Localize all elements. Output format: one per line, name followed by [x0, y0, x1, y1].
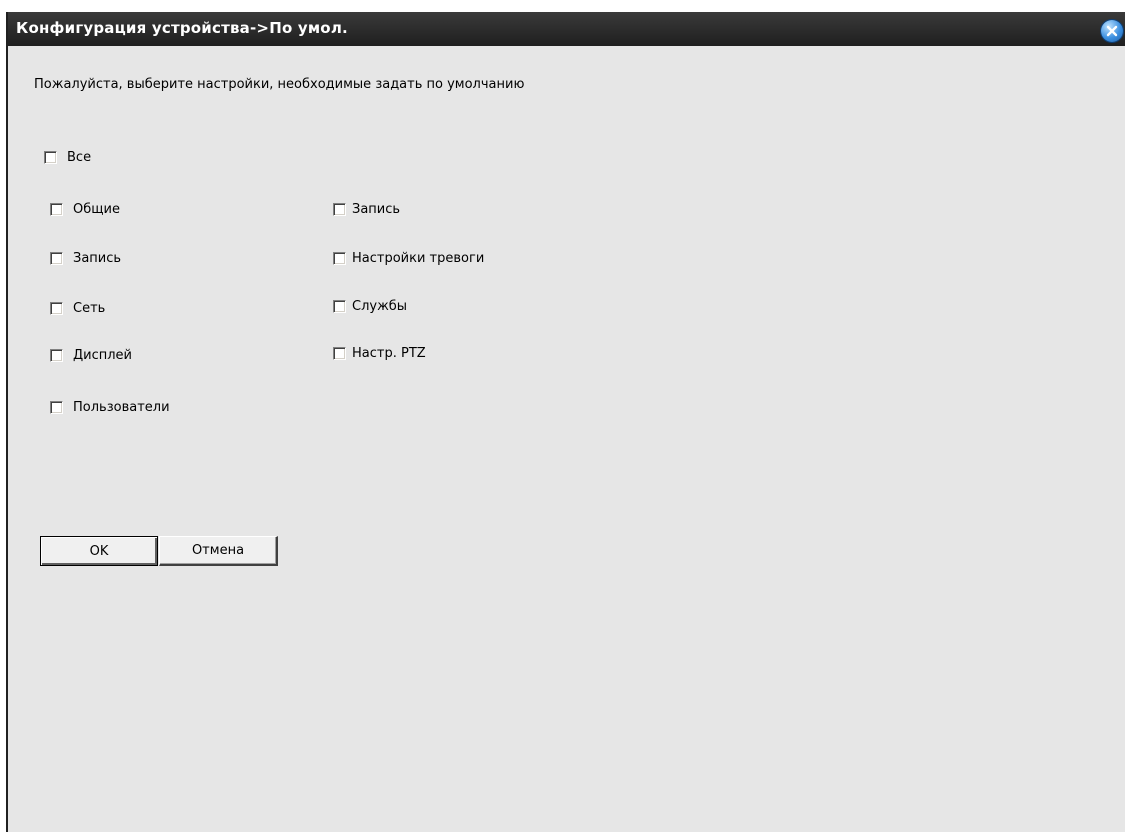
checkbox-users[interactable]	[50, 401, 63, 414]
checkbox-all-label: Все	[67, 150, 92, 165]
checkbox-record-row[interactable]: Запись	[50, 251, 121, 266]
close-button[interactable]	[1101, 20, 1123, 42]
checkbox-ptz-label: Настр. PTZ	[352, 346, 426, 361]
default-config-dialog: Конфигурация устройства->По умол. Пожалу…	[6, 12, 1125, 832]
checkbox-ptz[interactable]	[333, 347, 346, 360]
window-title: Конфигурация устройства->По умол.	[16, 19, 348, 37]
checkbox-general[interactable]	[50, 203, 63, 216]
checkbox-record[interactable]	[50, 252, 63, 265]
checkbox-services-label: Службы	[352, 299, 408, 314]
checkbox-display[interactable]	[50, 349, 63, 362]
checkbox-general-label: Общие	[73, 202, 120, 217]
cancel-button[interactable]: Отмена	[159, 536, 278, 566]
checkbox-display-row[interactable]: Дисплей	[50, 348, 132, 363]
checkbox-ptz-row[interactable]: Настр. PTZ	[333, 346, 426, 361]
checkbox-users-row[interactable]: Пользователи	[50, 400, 170, 415]
checkbox-alarm-settings-label: Настройки тревоги	[352, 251, 485, 266]
instruction-text: Пожалуйста, выберите настройки, необходи…	[34, 77, 525, 92]
checkbox-all[interactable]	[44, 151, 57, 164]
close-icon	[1106, 25, 1118, 37]
checkbox-record-2[interactable]	[333, 203, 346, 216]
checkbox-record-2-row[interactable]: Запись	[333, 202, 400, 217]
checkbox-services[interactable]	[333, 300, 346, 313]
checkbox-record-2-label: Запись	[352, 202, 401, 217]
checkbox-general-row[interactable]: Общие	[50, 202, 120, 217]
checkbox-users-label: Пользователи	[73, 400, 170, 415]
checkbox-network-label: Сеть	[73, 301, 106, 316]
checkbox-network[interactable]	[50, 302, 63, 315]
checkbox-display-label: Дисплей	[73, 348, 133, 363]
checkbox-services-row[interactable]: Службы	[333, 299, 407, 314]
checkbox-network-row[interactable]: Сеть	[50, 301, 105, 316]
checkbox-record-label: Запись	[73, 251, 122, 266]
ok-button[interactable]: OK	[40, 536, 158, 566]
title-bar: Конфигурация устройства->По умол.	[8, 12, 1125, 46]
checkbox-all-row[interactable]: Все	[44, 150, 91, 165]
checkbox-alarm-settings[interactable]	[333, 252, 346, 265]
checkbox-alarm-settings-row[interactable]: Настройки тревоги	[333, 251, 484, 266]
